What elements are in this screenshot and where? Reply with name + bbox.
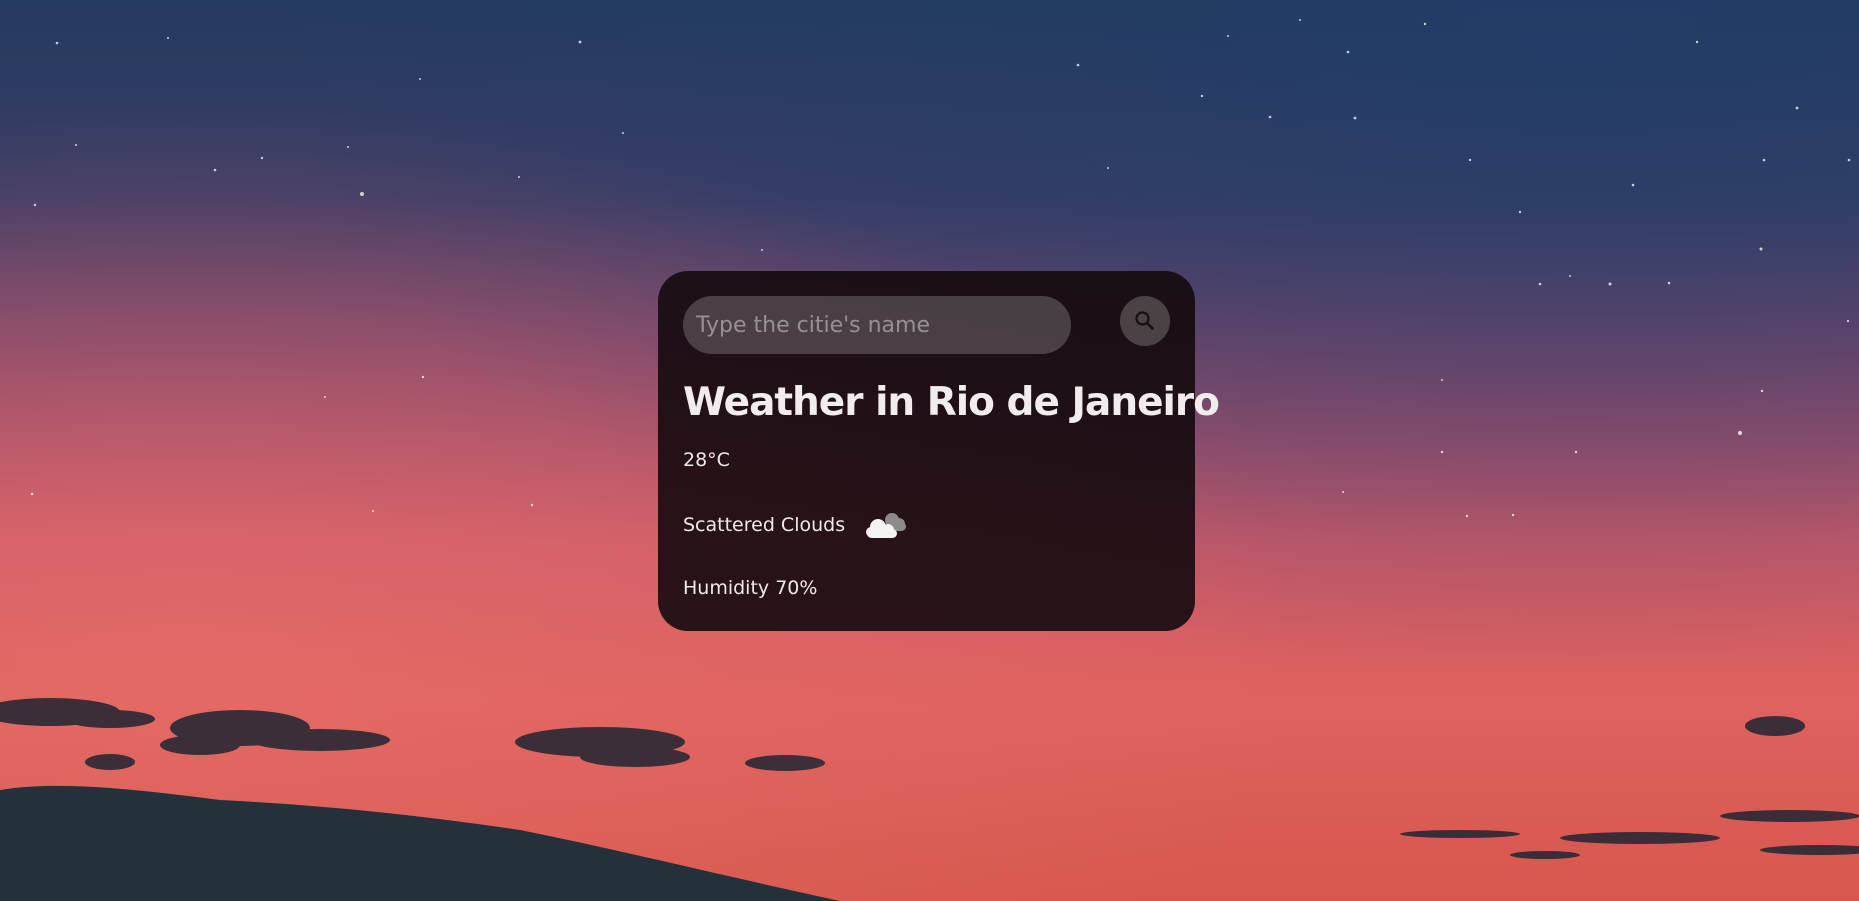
condition-description: Scattered Clouds <box>683 514 846 537</box>
search-bar <box>683 296 1170 354</box>
temperature: 28°C <box>683 448 730 471</box>
humidity: Humidity 70% <box>683 576 818 599</box>
weather-title: Weather in Rio de Janeiro <box>683 380 1220 425</box>
search-button[interactable] <box>1120 296 1170 346</box>
weather-card: Weather in Rio de Janeiro 28°C Scattered… <box>658 271 1220 631</box>
search-icon <box>1135 311 1154 330</box>
condition-row: Scattered Clouds <box>683 512 1170 540</box>
city-search-input[interactable] <box>683 296 1071 354</box>
scattered-clouds-icon <box>866 512 907 538</box>
